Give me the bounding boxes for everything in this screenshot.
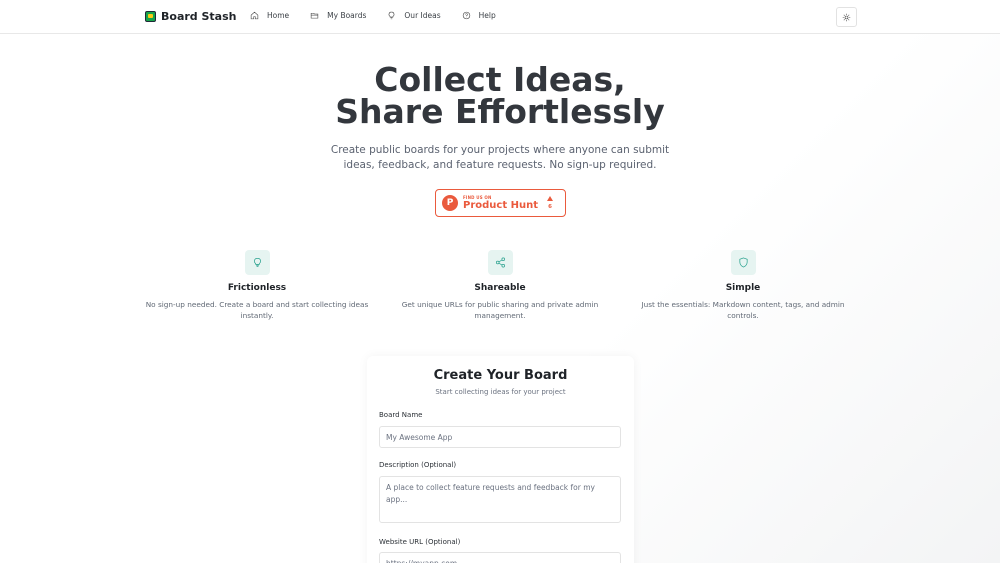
feature-icon-box [730, 250, 756, 275]
nav-link-home[interactable]: Home [250, 11, 289, 20]
website-url-label: Website URL (Optional) [379, 538, 461, 546]
shield-icon [738, 257, 748, 268]
nav-link-our-ideas[interactable]: Our Ideas [387, 11, 441, 20]
hero-subtitle: Create public boards for your projects w… [330, 144, 670, 171]
brand-link[interactable]: Board Stash [145, 10, 236, 23]
home-icon [250, 11, 259, 20]
description-textarea[interactable] [379, 476, 621, 523]
feature-description: Just the essentials: Markdown content, t… [641, 300, 845, 320]
product-hunt-logo-icon: P [442, 195, 458, 211]
product-hunt-text: FIND US ON Product Hunt [463, 195, 538, 211]
feature-simple: Simple Just the essentials: Markdown con… [628, 250, 858, 321]
description-label: Description (Optional) [379, 461, 457, 469]
feature-frictionless: Frictionless No sign-up needed. Create a… [142, 250, 372, 321]
feature-title: Frictionless [227, 283, 287, 293]
hero-title: Collect Ideas, Share Effortlessly [0, 63, 1000, 131]
sun-icon [842, 13, 851, 21]
create-board-subtitle: Start collecting ideas for your project [435, 388, 566, 396]
create-board-card: Create Your Board Start collecting ideas… [367, 356, 634, 563]
product-hunt-vote: 6 [547, 196, 553, 210]
brand-name: Board Stash [161, 10, 237, 23]
create-board-title: Create Your Board [433, 368, 568, 383]
nav-link-help[interactable]: Help [462, 11, 496, 20]
nav-link-label: Home [267, 11, 290, 20]
help-circle-icon [462, 11, 470, 20]
lightbulb-icon [253, 258, 261, 267]
hero-title-line-2: Share Effortlessly [335, 92, 665, 131]
nav-link-my-boards[interactable]: My Boards [310, 11, 366, 20]
nav-links: Home My Boards Our Ideas Help [250, 11, 517, 20]
share-icon [495, 257, 505, 268]
product-hunt-vote-count: 6 [548, 204, 552, 210]
board-name-input[interactable] [379, 426, 621, 448]
folder-icon [310, 12, 319, 19]
feature-icon-box [487, 250, 513, 275]
feature-description: Get unique URLs for public sharing and p… [401, 300, 599, 320]
upvote-arrow-icon [547, 196, 553, 201]
website-url-input[interactable] [379, 552, 621, 563]
board-name-label: Board Name [379, 411, 423, 419]
theme-toggle-button[interactable] [836, 7, 857, 27]
top-navbar: Board Stash Home My Boards Our Ideas Hel… [0, 0, 1000, 34]
brand-logo-icon [145, 11, 156, 22]
feature-description: No sign-up needed. Create a board and st… [145, 300, 369, 320]
product-hunt-badge[interactable]: P FIND US ON Product Hunt 6 [435, 189, 566, 217]
nav-link-label: My Boards [327, 11, 367, 20]
product-hunt-name: Product Hunt [463, 200, 538, 211]
feature-title: Shareable [474, 283, 526, 293]
lightbulb-icon [389, 11, 395, 20]
nav-link-label: Our Ideas [404, 11, 441, 20]
feature-icon-box [244, 250, 270, 275]
feature-shareable: Shareable Get unique URLs for public sha… [385, 250, 615, 321]
feature-title: Simple [725, 283, 761, 293]
nav-link-label: Help [478, 11, 496, 20]
